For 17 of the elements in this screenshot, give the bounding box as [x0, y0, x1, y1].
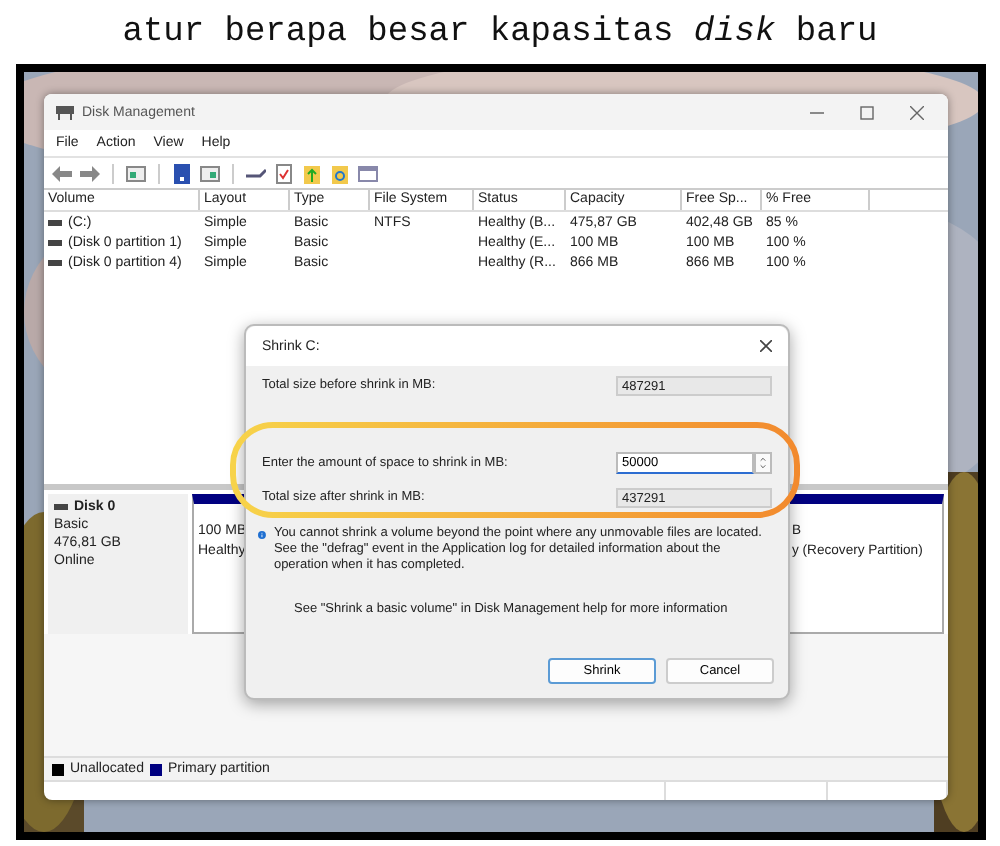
forward-icon[interactable]: [80, 163, 100, 183]
document-check-icon[interactable]: [274, 163, 294, 183]
maximize-icon[interactable]: [860, 105, 874, 119]
disk-drive-icon: [56, 104, 74, 120]
folder-search-icon[interactable]: [330, 163, 350, 183]
spinner-arrows-icon[interactable]: [754, 452, 772, 474]
info-icon: [258, 526, 266, 544]
close-icon[interactable]: [760, 340, 772, 352]
panel-icon[interactable]: [126, 163, 146, 183]
close-icon[interactable]: [910, 105, 924, 119]
folder-up-icon[interactable]: [302, 163, 322, 183]
connect-icon[interactable]: [246, 163, 266, 183]
back-icon[interactable]: [52, 163, 72, 183]
caption-text: atur berapa besar kapasitas disk baru: [120, 12, 880, 56]
window-icon[interactable]: [358, 163, 378, 183]
help-icon[interactable]: [172, 163, 192, 183]
panel-icon[interactable]: [200, 163, 220, 183]
